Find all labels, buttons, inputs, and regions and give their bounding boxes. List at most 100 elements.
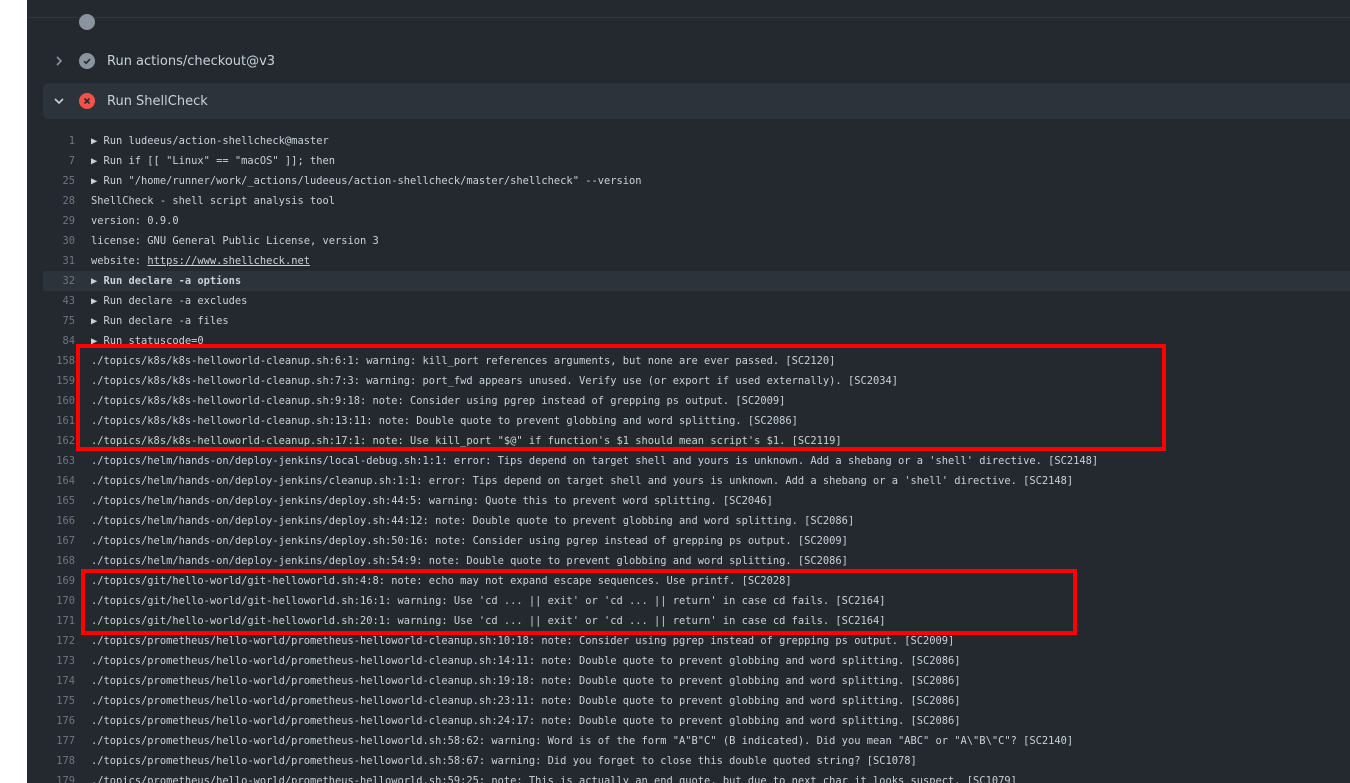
line-number[interactable]: 159 bbox=[43, 371, 75, 391]
line-number[interactable]: 176 bbox=[43, 711, 75, 731]
line-number[interactable]: 84 bbox=[43, 331, 75, 351]
log-line: 172 ./topics/prometheus/hello-world/prome… bbox=[43, 631, 1350, 651]
log-text-value: ./topics/helm/hands-on/deploy-jenkins/de… bbox=[91, 495, 773, 507]
log-line: 30 license: GNU General Public License, v… bbox=[43, 231, 1350, 251]
line-number[interactable]: 168 bbox=[43, 551, 75, 571]
log-text-value: Run ludeeus/action-shellcheck@master bbox=[103, 135, 329, 147]
line-number[interactable]: 32 bbox=[43, 271, 75, 291]
log-text: ▶ Run declare -a options bbox=[91, 271, 241, 291]
line-number[interactable]: 166 bbox=[43, 511, 75, 531]
expand-triangle-icon[interactable]: ▶ bbox=[91, 331, 104, 351]
line-number[interactable]: 170 bbox=[43, 591, 75, 611]
log-text-value: ./topics/k8s/k8s-helloworld-cleanup.sh:1… bbox=[91, 435, 842, 447]
line-number[interactable]: 169 bbox=[43, 571, 75, 591]
log-text: ./topics/helm/hands-on/deploy-jenkins/de… bbox=[91, 511, 854, 531]
log-text: ./topics/git/hello-world/git-helloworld.… bbox=[91, 611, 885, 631]
log-text-value: ./topics/prometheus/hello-world/promethe… bbox=[91, 635, 955, 647]
log-text-value: version: 0.9.0 bbox=[91, 215, 179, 227]
line-number[interactable]: 43 bbox=[43, 291, 75, 311]
line-number[interactable]: 158 bbox=[43, 351, 75, 371]
log-line: 170 ./topics/git/hello-world/git-hellowor… bbox=[43, 591, 1350, 611]
log-group-line[interactable]: 25 ▶ Run "/home/runner/work/_actions/lude… bbox=[43, 171, 1350, 191]
line-number[interactable]: 177 bbox=[43, 731, 75, 751]
line-number[interactable]: 162 bbox=[43, 431, 75, 451]
log-line: 169 ./topics/git/hello-world/git-hellowor… bbox=[43, 571, 1350, 591]
step-checkout[interactable]: Run actions/checkout@v3 bbox=[43, 43, 1350, 79]
log-text-value: ./topics/prometheus/hello-world/promethe… bbox=[91, 655, 961, 667]
log-text-value: ./topics/git/hello-world/git-helloworld.… bbox=[91, 595, 886, 607]
line-number[interactable]: 1 bbox=[43, 131, 75, 151]
log-text-value: ./topics/prometheus/hello-world/promethe… bbox=[91, 675, 961, 687]
log-text: ▶ Run if [[ "Linux" == "macOS" ]]; then bbox=[91, 151, 335, 171]
log-group-line[interactable]: 1 ▶ Run ludeeus/action-shellcheck@master bbox=[43, 131, 1350, 151]
log-text-value: ./topics/git/hello-world/git-helloworld.… bbox=[91, 615, 886, 627]
log-line: 171 ./topics/git/hello-world/git-hellowor… bbox=[43, 611, 1350, 631]
log-group-line[interactable]: 43 ▶ Run declare -a excludes bbox=[43, 291, 1350, 311]
log-line: 175 ./topics/prometheus/hello-world/prome… bbox=[43, 691, 1350, 711]
step-shellcheck[interactable]: Run ShellCheck bbox=[43, 83, 1350, 119]
chevron-right-icon[interactable] bbox=[53, 55, 65, 67]
line-number[interactable]: 171 bbox=[43, 611, 75, 631]
line-number[interactable]: 164 bbox=[43, 471, 75, 491]
line-number[interactable]: 28 bbox=[43, 191, 75, 211]
line-number[interactable]: 167 bbox=[43, 531, 75, 551]
log-text-value: Run declare -a options bbox=[103, 275, 242, 287]
log-line: 168 ./topics/helm/hands-on/deploy-jenkins… bbox=[43, 551, 1350, 571]
log-text-value: ./topics/prometheus/hello-world/promethe… bbox=[91, 775, 1017, 783]
line-number[interactable]: 161 bbox=[43, 411, 75, 431]
log-text: ./topics/prometheus/hello-world/promethe… bbox=[91, 731, 1073, 751]
expand-triangle-icon[interactable]: ▶ bbox=[91, 171, 104, 191]
log-text-value: ./topics/prometheus/hello-world/promethe… bbox=[91, 695, 961, 707]
log-group-line[interactable]: 32 ▶ Run declare -a options bbox=[43, 271, 1350, 291]
log-text: ./topics/k8s/k8s-helloworld-cleanup.sh:6… bbox=[91, 351, 835, 371]
log-text-value: ./topics/prometheus/hello-world/promethe… bbox=[91, 715, 961, 727]
line-number[interactable]: 174 bbox=[43, 671, 75, 691]
line-number[interactable]: 30 bbox=[43, 231, 75, 251]
log-text: ▶ Run statuscode=0 bbox=[91, 331, 204, 351]
log-text: ./topics/prometheus/hello-world/promethe… bbox=[91, 751, 917, 771]
log-line: 162 ./topics/k8s/k8s-helloworld-cleanup.s… bbox=[43, 431, 1350, 451]
expand-triangle-icon[interactable]: ▶ bbox=[91, 311, 104, 331]
line-number[interactable]: 31 bbox=[43, 251, 75, 271]
line-number[interactable]: 173 bbox=[43, 651, 75, 671]
expand-triangle-icon[interactable]: ▶ bbox=[91, 271, 104, 291]
line-number[interactable]: 163 bbox=[43, 451, 75, 471]
log-text: ./topics/helm/hands-on/deploy-jenkins/de… bbox=[91, 551, 848, 571]
log-text: ./topics/git/hello-world/git-helloworld.… bbox=[91, 571, 792, 591]
line-number[interactable]: 165 bbox=[43, 491, 75, 511]
line-number[interactable]: 25 bbox=[43, 171, 75, 191]
log-line: 173 ./topics/prometheus/hello-world/prome… bbox=[43, 651, 1350, 671]
log-text: version: 0.9.0 bbox=[91, 211, 179, 231]
expand-triangle-icon[interactable]: ▶ bbox=[91, 291, 104, 311]
line-number[interactable]: 179 bbox=[43, 771, 75, 783]
line-number[interactable]: 178 bbox=[43, 751, 75, 771]
expand-triangle-icon[interactable]: ▶ bbox=[91, 151, 104, 171]
log-text: ./topics/helm/hands-on/deploy-jenkins/de… bbox=[91, 531, 848, 551]
line-number[interactable]: 7 bbox=[43, 151, 75, 171]
log-line: 178 ./topics/prometheus/hello-world/prome… bbox=[43, 751, 1350, 771]
log-text-value: Run statuscode=0 bbox=[103, 335, 204, 347]
log-line: 164 ./topics/helm/hands-on/deploy-jenkins… bbox=[43, 471, 1350, 491]
log-text: ./topics/prometheus/hello-world/promethe… bbox=[91, 651, 961, 671]
log-line: 176 ./topics/prometheus/hello-world/prome… bbox=[43, 711, 1350, 731]
collapsed-step-partial[interactable] bbox=[79, 6, 279, 30]
line-number[interactable]: 172 bbox=[43, 631, 75, 651]
log-text-value: ./topics/k8s/k8s-helloworld-cleanup.sh:7… bbox=[91, 375, 898, 387]
line-number[interactable]: 75 bbox=[43, 311, 75, 331]
line-number[interactable]: 175 bbox=[43, 691, 75, 711]
line-number[interactable]: 29 bbox=[43, 211, 75, 231]
log-group-line[interactable]: 7 ▶ Run if [[ "Linux" == "macOS" ]]; then bbox=[43, 151, 1350, 171]
log-group-line[interactable]: 75 ▶ Run declare -a files bbox=[43, 311, 1350, 331]
log-text-value: ./topics/k8s/k8s-helloworld-cleanup.sh:9… bbox=[91, 395, 786, 407]
log-text-value: ./topics/helm/hands-on/deploy-jenkins/de… bbox=[91, 535, 848, 547]
line-number[interactable]: 160 bbox=[43, 391, 75, 411]
log-text-value: ShellCheck - shell script analysis tool bbox=[91, 195, 335, 207]
chevron-down-icon[interactable] bbox=[53, 95, 65, 107]
log-text: ./topics/k8s/k8s-helloworld-cleanup.sh:9… bbox=[91, 391, 785, 411]
log-text-value: ./topics/git/hello-world/git-helloworld.… bbox=[91, 575, 792, 587]
log-output: 1 ▶ Run ludeeus/action-shellcheck@master 7… bbox=[43, 131, 1350, 783]
website-link[interactable]: https://www.shellcheck.net bbox=[147, 255, 310, 267]
log-group-line[interactable]: 84 ▶ Run statuscode=0 bbox=[43, 331, 1350, 351]
expand-triangle-icon[interactable]: ▶ bbox=[91, 131, 104, 151]
log-text-value: Run declare -a excludes bbox=[103, 295, 248, 307]
